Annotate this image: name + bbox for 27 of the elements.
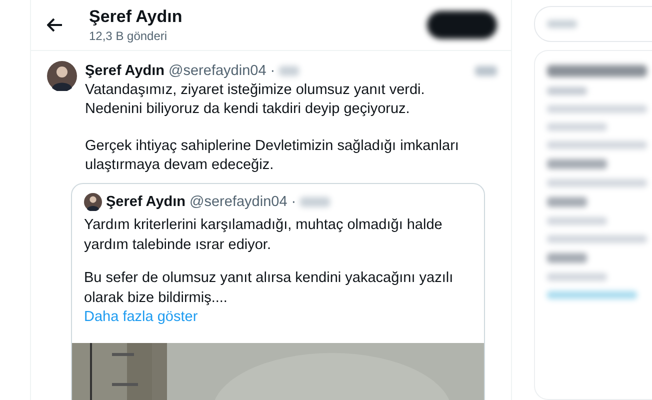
blurred-timestamp (279, 66, 300, 76)
quoted-text: Bu sefer de olumsuz yanıt alırsa kendini yakacağını yazılı olarak bize bildirmiş.... (84, 269, 454, 308)
post-count: 12,3 B gönderi (89, 29, 168, 43)
tweet-text: Vatandaşımız, ziyaret isteğimize olumsuz yanıt verdi. Nedenini biliyoruz da kendi takdiri deyip geçiyoruz. (85, 81, 426, 119)
blurred-text (547, 273, 607, 281)
blurred-text (547, 253, 587, 263)
blurred-text (547, 123, 607, 131)
author-handle[interactable]: @serefaydin04 (168, 63, 266, 79)
separator-dot: · (291, 194, 296, 210)
tweet-text: Gerçek ihtiyaç sahiplerine Devletimizin sağladığı imkanları ulaştırmaya devam edeceğiz. (85, 137, 460, 175)
author-handle[interactable]: @serefaydin04 (190, 194, 288, 210)
author-name[interactable]: Şeref Aydın (106, 194, 186, 210)
blurred-text (547, 159, 607, 169)
author-name[interactable]: Şeref Aydın (85, 63, 165, 79)
blurred-text (547, 197, 587, 207)
quoted-text: Yardım kriterlerini karşılamadığı, muhtaç olmadığı halde yardım talebinde ısrar ediyor. (84, 216, 444, 254)
search-field[interactable] (534, 6, 652, 42)
avatar-icon[interactable] (47, 61, 77, 91)
separator-dot: · (270, 63, 276, 79)
avatar-icon[interactable] (84, 193, 102, 211)
back-icon[interactable] (47, 18, 63, 32)
blurred-timestamp (300, 197, 330, 207)
blurred-text (547, 87, 587, 95)
blurred-text (547, 217, 607, 225)
profile-name: Şeref Aydın (89, 7, 184, 27)
blurred-text (547, 20, 577, 28)
blurred-icon (475, 66, 497, 76)
